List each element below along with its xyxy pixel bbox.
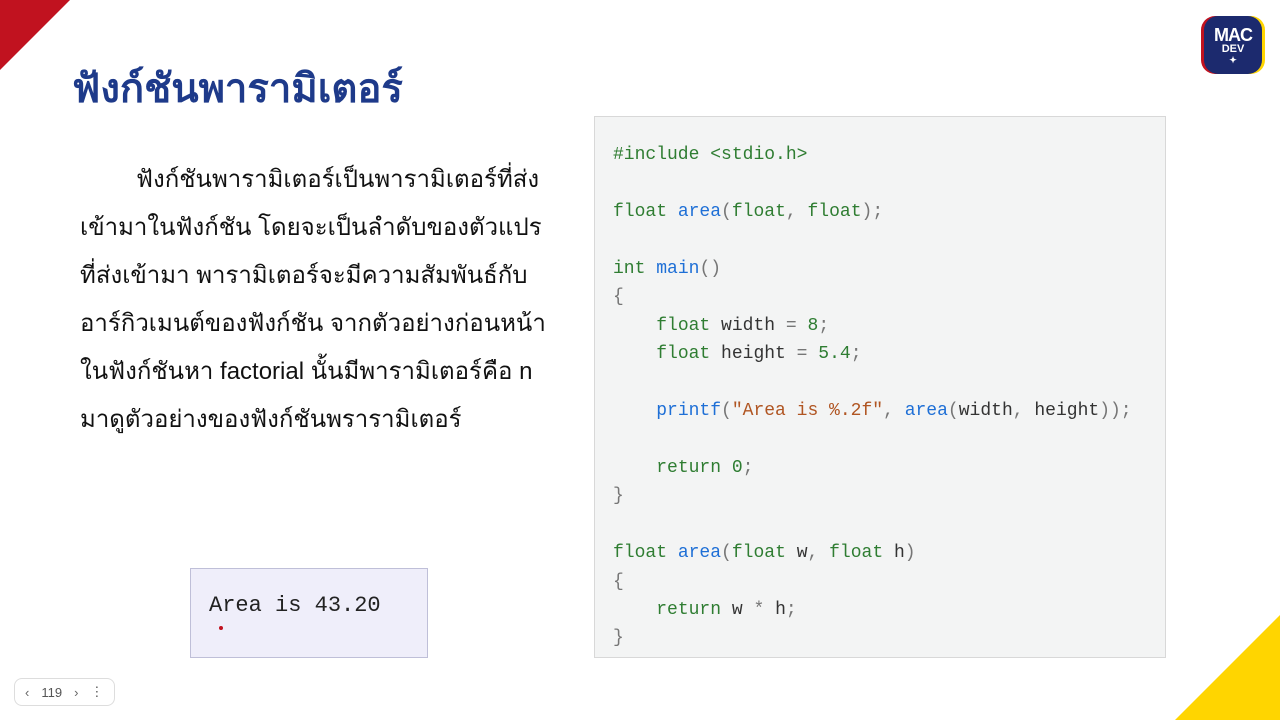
code-tok: return (656, 458, 721, 478)
next-page-button[interactable]: › (74, 685, 78, 700)
code-tok: float (732, 543, 786, 563)
brand-logo: MAC DEV ✦ (1204, 16, 1262, 74)
code-tok: area (905, 401, 948, 421)
decor-triangle-red (0, 0, 70, 70)
code-tok: w (797, 543, 808, 563)
page-number: 119 (41, 685, 62, 700)
code-tok: height (1034, 401, 1099, 421)
code-tok: float (829, 543, 883, 563)
code-tok: int (613, 259, 645, 279)
code-tok: main (656, 259, 699, 279)
code-tok: #include (613, 145, 699, 165)
code-tok: "Area is %.2f" (732, 401, 883, 421)
code-tok: area (678, 543, 721, 563)
page-menu-button[interactable]: ⋮ (90, 684, 104, 700)
program-output-box: Area is 43.20 (190, 568, 428, 658)
code-tok: float (613, 202, 667, 222)
code-tok: float (613, 543, 667, 563)
code-tok: float (656, 344, 710, 364)
code-tok: h (894, 543, 905, 563)
code-tok: printf (656, 401, 721, 421)
logo-line-2: DEV (1222, 44, 1245, 55)
code-tok: area (678, 202, 721, 222)
program-output-text: Area is 43.20 (209, 593, 381, 618)
code-tok: float (732, 202, 786, 222)
logo-line-1: MAC (1214, 26, 1252, 44)
page-navigator: ‹ 119 › ⋮ (14, 678, 115, 706)
code-tok: float (808, 202, 862, 222)
decor-triangle-yellow (1175, 615, 1280, 720)
code-tok: width (721, 316, 775, 336)
slide-title: ฟังก์ชันพารามิเตอร์ (72, 56, 403, 120)
logo-line-3: ✦ (1229, 56, 1237, 65)
code-tok: <stdio.h> (710, 145, 807, 165)
code-tok: 8 (808, 316, 819, 336)
code-sample: #include <stdio.h> float area(float, flo… (594, 116, 1166, 658)
code-tok: 5.4 (818, 344, 850, 364)
code-tok: height (721, 344, 786, 364)
cursor-dot-icon (219, 626, 223, 630)
slide-body-text: ฟังก์ชันพารามิเตอร์เป็นพารามิเตอร์ที่ส่ง… (80, 156, 550, 444)
code-tok: return (656, 600, 721, 620)
code-tok: 0 (732, 458, 743, 478)
code-tok: w (732, 600, 743, 620)
code-tok: h (775, 600, 786, 620)
prev-page-button[interactable]: ‹ (25, 685, 29, 700)
code-tok: float (656, 316, 710, 336)
code-tok: width (959, 401, 1013, 421)
